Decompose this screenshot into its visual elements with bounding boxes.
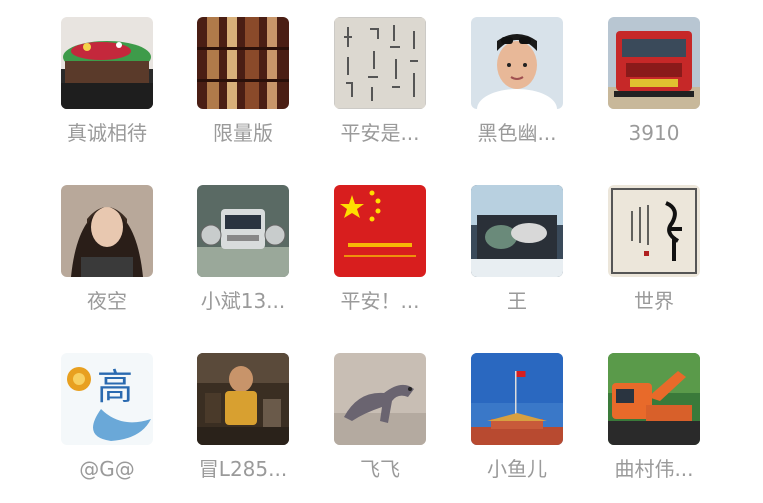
contact-name: 限量版 <box>213 121 273 145</box>
contact-item[interactable]: 夜空 <box>42 185 172 335</box>
bamboo-photo-avatar[interactable] <box>197 17 289 109</box>
contact-name: 小鱼儿 <box>487 457 547 481</box>
contact-name: @G@ <box>79 457 135 481</box>
contact-name: 夜空 <box>87 289 127 313</box>
china-flag-avatar[interactable] <box>334 185 426 277</box>
contact-name: 王 <box>507 289 527 313</box>
red-truck-avatar[interactable] <box>608 17 700 109</box>
contact-name: 平安！... <box>340 289 420 313</box>
contact-name: 曲村伟... <box>614 457 694 481</box>
contact-item[interactable]: 黑色幽... <box>452 17 582 167</box>
painting-avatar[interactable] <box>471 185 563 277</box>
woman-portrait-avatar[interactable] <box>61 185 153 277</box>
contact-item[interactable]: 飞飞 <box>315 353 445 503</box>
excavator-avatar[interactable] <box>608 353 700 445</box>
child-photo-avatar[interactable] <box>197 353 289 445</box>
contact-grid: 真诚相待 限量版 平安是... 黑色幽... 3910 夜空 小斌13... 平… <box>0 0 763 500</box>
contact-name: 3910 <box>628 121 680 145</box>
contact-name: 飞飞 <box>360 457 400 481</box>
contact-name: 真诚相待 <box>67 121 147 145</box>
tiananmen-avatar[interactable] <box>471 353 563 445</box>
contact-name: 平安是... <box>340 121 420 145</box>
contact-name: 黑色幽... <box>477 121 557 145</box>
gao-character-avatar[interactable]: 高 <box>61 353 153 445</box>
calligraphy-paper-avatar[interactable] <box>334 17 426 109</box>
svg-text:高: 高 <box>97 367 133 408</box>
contact-item[interactable]: 小斌13... <box>178 185 308 335</box>
contact-item[interactable]: 冒L285... <box>178 353 308 503</box>
contact-item[interactable]: 世界 <box>589 185 719 335</box>
dinosaur-toy-avatar[interactable] <box>334 353 426 445</box>
contact-item[interactable]: 平安是... <box>315 17 445 167</box>
contact-item[interactable]: 高 @G@ <box>42 353 172 503</box>
contact-item[interactable]: 3910 <box>589 17 719 167</box>
contact-item[interactable]: 曲村伟... <box>589 353 719 503</box>
contact-name: 冒L285... <box>198 457 288 481</box>
contact-name: 世界 <box>634 289 674 313</box>
contact-item[interactable]: 真诚相待 <box>42 17 172 167</box>
contact-name: 小斌13... <box>200 289 286 313</box>
calligraphy-scroll-avatar[interactable] <box>608 185 700 277</box>
cake-photo-avatar[interactable] <box>61 17 153 109</box>
silver-truck-avatar[interactable] <box>197 185 289 277</box>
contact-item[interactable]: 王 <box>452 185 582 335</box>
contact-item[interactable]: 限量版 <box>178 17 308 167</box>
contact-item[interactable]: 小鱼儿 <box>452 353 582 503</box>
young-man-sunglasses-avatar[interactable] <box>471 17 563 109</box>
contact-item[interactable]: 平安！... <box>315 185 445 335</box>
